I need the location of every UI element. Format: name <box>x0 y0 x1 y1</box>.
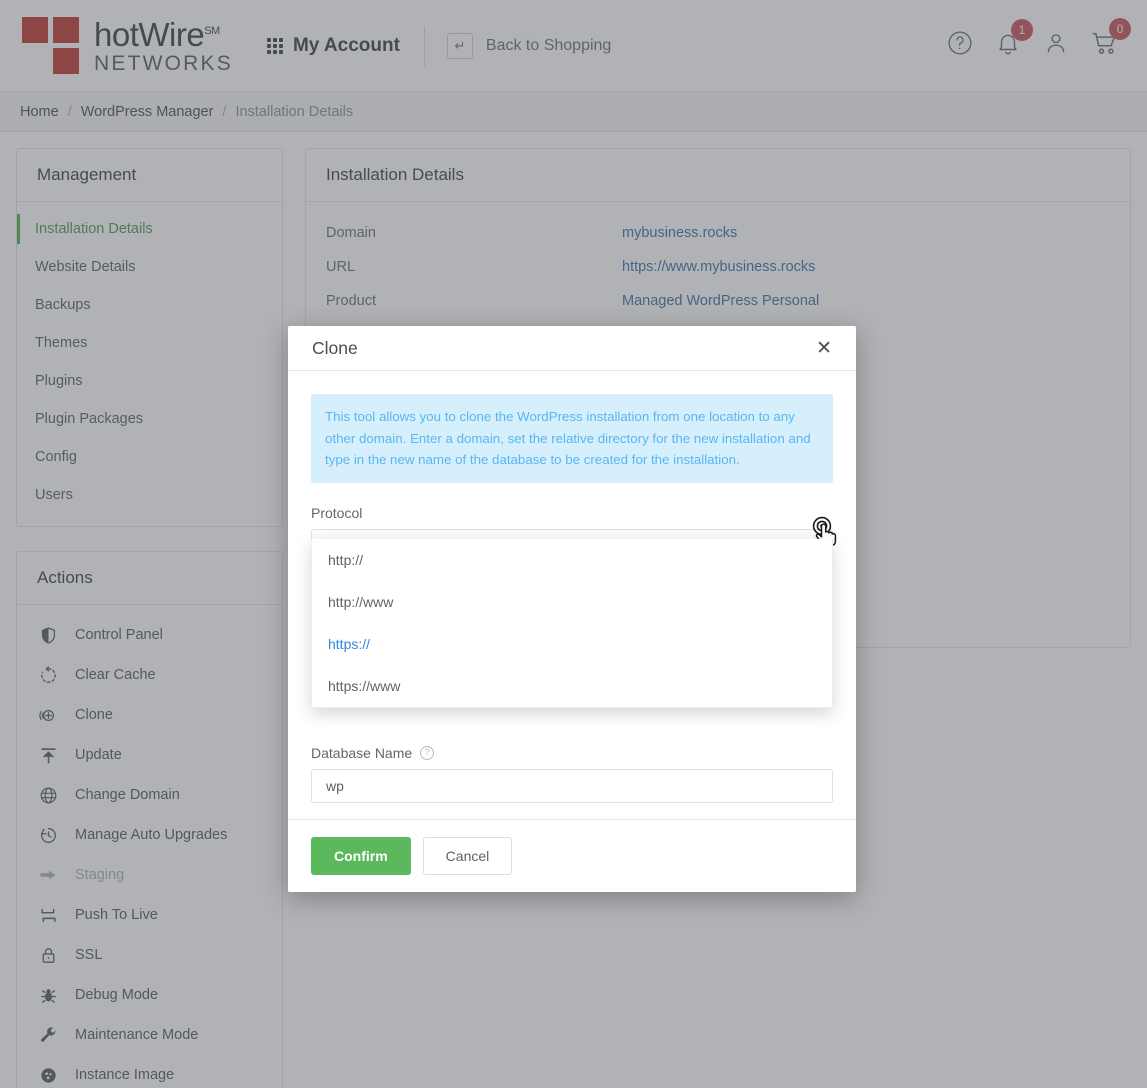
clone-modal: Clone ✕ This tool allows you to clone th… <box>288 326 856 892</box>
database-name-value: wp <box>326 777 344 794</box>
cancel-button[interactable]: Cancel <box>422 836 513 875</box>
protocol-option-http[interactable]: http:// <box>312 539 832 581</box>
protocol-label: Protocol <box>311 505 833 521</box>
modal-footer: Confirm Cancel <box>288 818 856 892</box>
database-name-label-text: Database Name <box>311 744 413 761</box>
question-circle-icon[interactable]: ? <box>420 745 435 760</box>
database-name-field: Database Name ? wp <box>311 745 833 803</box>
protocol-label-text: Protocol <box>311 504 363 521</box>
protocol-option-https-www[interactable]: https://www <box>312 665 832 707</box>
protocol-dropdown: http:// http://www https:// https://www <box>311 538 833 708</box>
info-alert: This tool allows you to clone the WordPr… <box>311 394 833 483</box>
protocol-option-https[interactable]: https:// <box>312 623 832 665</box>
modal-title: Clone <box>312 337 358 358</box>
modal-header: Clone ✕ <box>288 326 856 371</box>
database-name-input[interactable]: wp <box>311 768 833 803</box>
protocol-option-http-www[interactable]: http://www <box>312 581 832 623</box>
database-name-label: Database Name ? <box>311 745 833 761</box>
protocol-field: Protocol https:// ❯ http:// http://www h… <box>311 505 833 708</box>
confirm-button[interactable]: Confirm <box>311 836 411 875</box>
close-icon[interactable]: ✕ <box>816 339 832 358</box>
modal-body: This tool allows you to clone the WordPr… <box>288 371 856 819</box>
